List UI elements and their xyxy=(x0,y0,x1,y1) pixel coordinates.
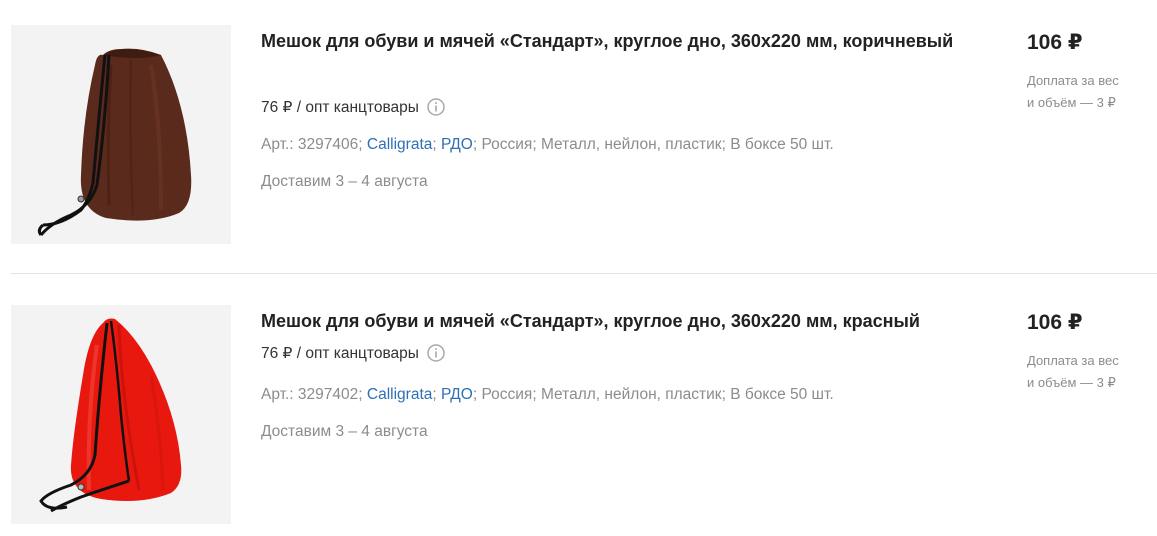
product-meta: Арт.: 3297402; Calligrata; РДО; Россия; … xyxy=(261,384,834,406)
surcharge-note: Доплата за вес и объём — 3 ₽ xyxy=(1027,70,1147,114)
box-quantity: В боксе 50 шт. xyxy=(730,136,834,153)
surcharge-line: Доплата за вес xyxy=(1027,73,1119,88)
wholesale-price: 76 ₽ / опт канцтовары xyxy=(261,97,445,119)
product-image[interactable] xyxy=(11,305,231,524)
product-card: Мешок для обуви и мячей «Стандарт», круг… xyxy=(0,296,1157,526)
info-circle-icon[interactable] xyxy=(427,98,445,116)
manufacturer-link[interactable]: РДО xyxy=(441,136,473,153)
bag-brown-image xyxy=(37,48,192,236)
wholesale-price: 76 ₽ / опт канцтовары xyxy=(261,343,445,365)
surcharge-line: и объём — 3 ₽ xyxy=(1027,375,1116,390)
country: Россия xyxy=(481,386,533,403)
divider xyxy=(11,273,1157,274)
product-image[interactable] xyxy=(11,25,231,244)
separator: ; xyxy=(358,386,367,403)
delivery-date: Доставим 3 – 4 августа xyxy=(261,423,428,440)
material: Металл, нейлон, пластик xyxy=(540,136,722,153)
separator: ; xyxy=(532,136,541,153)
separator: ; xyxy=(432,386,441,403)
article-number: Арт.: 3297406 xyxy=(261,136,359,153)
separator: ; xyxy=(721,136,731,153)
product-title[interactable]: Мешок для обуви и мячей «Стандарт», круг… xyxy=(261,306,961,336)
box-quantity: В боксе 50 шт. xyxy=(730,386,834,403)
surcharge-line: и объём — 3 ₽ xyxy=(1027,95,1116,110)
surcharge-line: Доплата за вес xyxy=(1027,353,1119,368)
separator: ; xyxy=(432,136,441,153)
surcharge-note: Доплата за вес и объём — 3 ₽ xyxy=(1027,350,1147,394)
article-number: Арт.: 3297402 xyxy=(261,386,359,403)
wholesale-price-label: 76 ₽ / опт канцтовары xyxy=(261,99,419,116)
product-list: Мешок для обуви и мячей «Стандарт», круг… xyxy=(0,0,1157,536)
delivery-date: Доставим 3 – 4 августа xyxy=(261,173,428,190)
product-title[interactable]: Мешок для обуви и мячей «Стандарт», круг… xyxy=(261,26,961,56)
brand-link[interactable]: Calligrata xyxy=(367,136,432,153)
brand-link[interactable]: Calligrata xyxy=(367,386,432,403)
manufacturer-link[interactable]: РДО xyxy=(441,386,473,403)
separator: ; xyxy=(532,386,541,403)
country: Россия xyxy=(481,136,533,153)
product-price: 106 ₽ xyxy=(1027,31,1083,54)
separator: ; xyxy=(721,386,731,403)
wholesale-price-label: 76 ₽ / опт канцтовары xyxy=(261,345,419,362)
product-meta: Арт.: 3297406; Calligrata; РДО; Россия; … xyxy=(261,134,834,156)
product-card: Мешок для обуви и мячей «Стандарт», круг… xyxy=(0,16,1157,246)
product-price: 106 ₽ xyxy=(1027,311,1083,334)
material: Металл, нейлон, пластик xyxy=(540,386,722,403)
bag-red-image xyxy=(39,318,182,513)
info-circle-icon[interactable] xyxy=(427,344,445,362)
separator: ; xyxy=(358,136,367,153)
